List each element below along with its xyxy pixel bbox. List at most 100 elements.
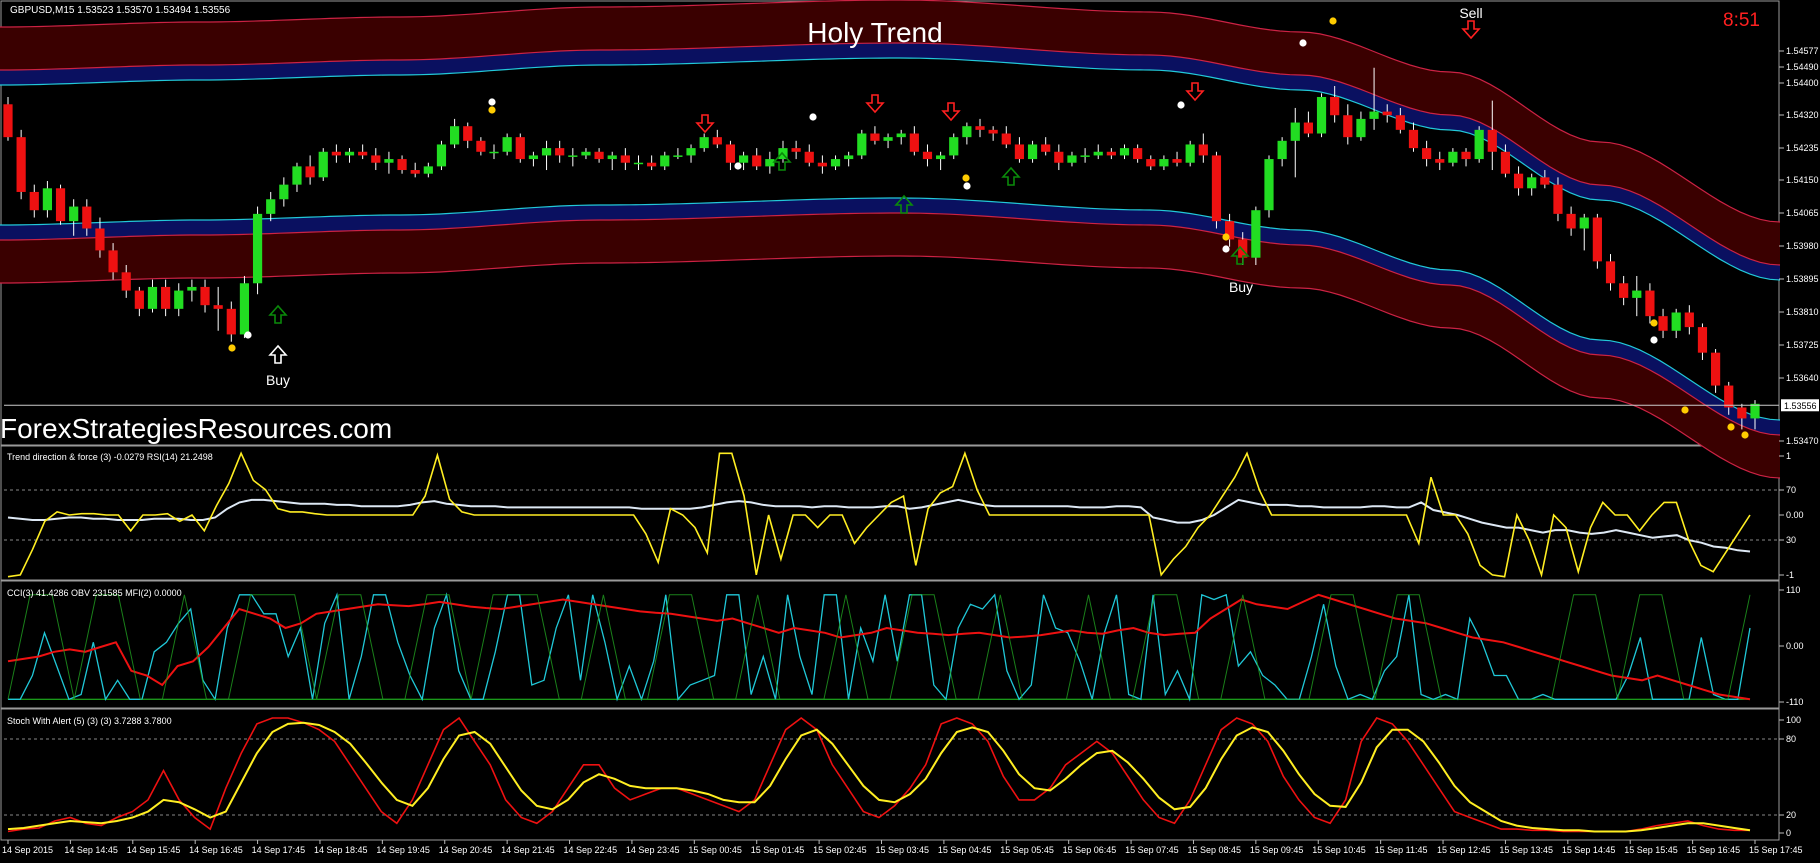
bull-candle <box>633 162 644 165</box>
bull-candle <box>962 126 972 138</box>
bear-candle <box>1658 316 1668 331</box>
bear-candle <box>1198 144 1208 156</box>
trading-chart[interactable]: 1.54577 1.54490 1.54400 1.54320 1.54235 1.541… <box>0 0 1820 858</box>
bull-candle <box>42 188 53 211</box>
bear-candle <box>463 126 473 141</box>
bull-candle <box>292 166 302 185</box>
down-arrow-icon <box>1185 82 1205 102</box>
bear-candle <box>29 191 39 211</box>
bear-candle <box>922 151 933 160</box>
white-dot <box>244 331 252 339</box>
bear-candle <box>1684 312 1694 328</box>
price-tick-label: 1.53895 <box>1786 274 1819 284</box>
holy-trend-bands <box>0 0 1781 479</box>
bull-candle <box>541 148 552 156</box>
time-tick-label: 14 Sep 15:45 <box>127 845 181 855</box>
price-tick-label: 1.54577 <box>1786 46 1819 56</box>
time-tick-label: 15 Sep 14:45 <box>1562 845 1616 855</box>
bear-candle <box>988 129 998 134</box>
bear-candle <box>121 272 131 291</box>
bear-candle <box>305 166 315 178</box>
bull-candle <box>528 155 539 160</box>
time-tick-label: 15 Sep 00:45 <box>688 845 742 855</box>
bull-candle <box>607 155 617 160</box>
yellow-dot <box>1222 233 1230 241</box>
bull-candle <box>1356 118 1366 138</box>
bull-candle <box>1159 159 1169 167</box>
time-tick-label: 14 Sep 14:45 <box>64 845 118 855</box>
page-title: Holy Trend <box>807 17 942 48</box>
bull-candle <box>450 126 460 145</box>
bull-candle <box>1448 151 1458 163</box>
bear-candle <box>108 250 118 273</box>
time-tick-label: 14 Sep 20:45 <box>439 845 493 855</box>
bear-candle <box>1697 327 1708 353</box>
bear-candle <box>213 305 223 309</box>
bull-candle <box>1277 140 1287 160</box>
bear-candle <box>1461 151 1471 160</box>
bear-candle <box>1500 151 1511 174</box>
cci-panel-label: CCI(3) 41.4286 OBV 231585 MFI(2) 0.0000 <box>7 588 182 598</box>
time-tick-label: 15 Sep 10:45 <box>1312 845 1366 855</box>
bull-candle <box>844 155 854 160</box>
bear-candle <box>1001 133 1011 145</box>
bull-candle <box>279 184 289 200</box>
time-tick-label: 14 Sep 16:45 <box>189 845 243 855</box>
bear-candle <box>1133 148 1143 160</box>
bear-candle <box>82 206 92 229</box>
bull-candle <box>883 137 893 141</box>
bear-candle <box>1422 148 1432 160</box>
time-tick-label: 14 Sep 2015 <box>2 845 53 855</box>
bull-candle <box>1671 312 1681 331</box>
bear-candle <box>200 286 210 306</box>
chart-canvas[interactable]: 1.54577 1.54490 1.54400 1.54320 1.54235 1.541… <box>0 0 1820 858</box>
time-tick-label: 15 Sep 05:45 <box>1000 845 1054 855</box>
rsi-line <box>7 498 1751 553</box>
time-tick-label: 15 Sep 02:45 <box>813 845 867 855</box>
down-arrow-icon <box>865 94 885 114</box>
white-dot <box>488 98 496 106</box>
time-tick-label: 15 Sep 11:45 <box>1375 845 1428 855</box>
bull-candle <box>147 286 158 309</box>
time-tick-label: 14 Sep 18:45 <box>314 845 368 855</box>
time-tick-label: 14 Sep 22:45 <box>564 845 618 855</box>
bull-candle <box>436 144 447 167</box>
yellow-dot <box>228 344 236 352</box>
bull-candle <box>266 199 276 214</box>
price-tick-label: 1.54400 <box>1786 78 1819 88</box>
bull-candle <box>489 151 499 154</box>
time-tick-label: 15 Sep 07:45 <box>1125 845 1179 855</box>
stoch-panel-label: Stoch With Alert (5) (3) (3) 3.7288 3.78… <box>7 716 172 726</box>
bull-candle <box>686 148 696 156</box>
bear-candle <box>226 308 236 335</box>
down-arrow-icon <box>1461 20 1481 40</box>
time-tick-label: 14 Sep 21:45 <box>501 845 555 855</box>
price-tick-label: 1.54065 <box>1786 208 1819 218</box>
bear-candle <box>1605 261 1616 284</box>
white-dot <box>1177 101 1185 109</box>
trend-panel-label: Trend direction & force (3) -0.0279 RSI(… <box>7 452 213 462</box>
bull-candle <box>581 151 591 156</box>
bear-candle <box>55 188 66 222</box>
cci-level-label: 110 <box>1786 585 1800 595</box>
bull-candle <box>1251 210 1261 258</box>
sell-label: Sell <box>1459 5 1482 21</box>
time-tick-label: 15 Sep 01:45 <box>751 845 805 855</box>
up-arrow-icon <box>1001 166 1021 186</box>
cci-level-label: 0.00 <box>1786 641 1804 651</box>
bear-candle <box>134 290 144 309</box>
bear-candle <box>1330 96 1340 116</box>
price-tick-label: 1.53640 <box>1786 373 1819 383</box>
stoch-level-label: 0 <box>1786 828 1791 838</box>
symbol-info: GBPUSD,M15 1.53523 1.53570 1.53494 1.535… <box>10 5 231 16</box>
trend-level-label: 30 <box>1786 535 1796 545</box>
bull-candle <box>174 290 184 309</box>
bull-candle <box>1093 151 1103 156</box>
bear-candle <box>1619 283 1629 298</box>
time-tick-label: 15 Sep 04:45 <box>938 845 992 855</box>
time-tick-label: 15 Sep 06:45 <box>1063 845 1117 855</box>
bull-candle <box>1027 144 1038 160</box>
bear-candle <box>870 133 880 141</box>
clock: 8:51 <box>1723 10 1760 31</box>
bear-candle <box>1710 352 1721 386</box>
